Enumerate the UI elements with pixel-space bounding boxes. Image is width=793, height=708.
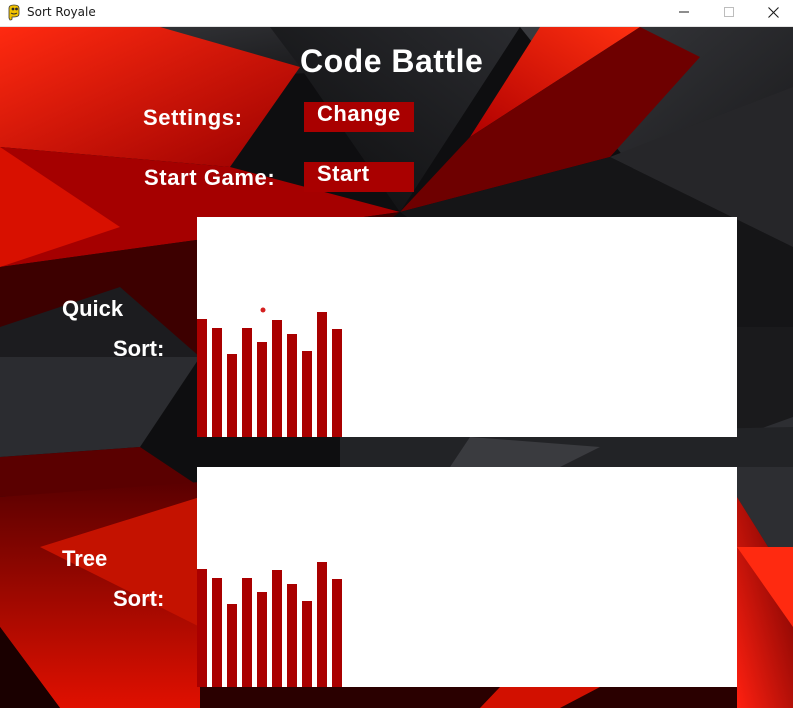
quick-sort-visualizer bbox=[197, 217, 737, 437]
tree-sort-bar bbox=[272, 570, 282, 687]
start-game-button[interactable]: Start bbox=[304, 162, 414, 192]
quick-sort-label-line1: Quick bbox=[62, 296, 124, 321]
window-title-bar: Sort Royale bbox=[0, 0, 793, 27]
quick-sort-label-line2: Sort: bbox=[113, 336, 165, 361]
minimize-button[interactable] bbox=[660, 0, 706, 26]
quick-sort-bar bbox=[302, 351, 312, 437]
quick-sort-bar bbox=[242, 328, 252, 437]
quick-sort-bars bbox=[197, 307, 342, 437]
tree-sort-bars bbox=[197, 562, 342, 687]
tree-sort-bar bbox=[332, 579, 342, 687]
tree-sort-bar bbox=[227, 604, 237, 687]
tree-sort-bar bbox=[242, 578, 252, 687]
quick-sort-bar bbox=[212, 328, 222, 437]
tree-sort-bar bbox=[197, 569, 207, 687]
close-button[interactable] bbox=[750, 0, 793, 26]
game-title: Code Battle bbox=[300, 43, 484, 79]
settings-label: Settings: bbox=[143, 105, 243, 130]
tree-sort-bar bbox=[257, 592, 267, 687]
tree-sort-bar bbox=[302, 601, 312, 687]
maximize-button[interactable] bbox=[705, 0, 751, 26]
close-icon bbox=[768, 7, 779, 18]
quick-sort-bar bbox=[317, 312, 327, 437]
game-surface: Code Battle Settings: Change Start Game:… bbox=[0, 27, 793, 708]
quick-sort-bar bbox=[287, 334, 297, 437]
tree-sort-bar bbox=[212, 578, 222, 687]
quick-sort-bar bbox=[227, 354, 237, 437]
quick-sort-bar bbox=[272, 320, 282, 437]
tree-sort-visualizer bbox=[197, 467, 737, 687]
tree-sort-label-line2: Sort: bbox=[113, 586, 165, 611]
tree-sort-label-line1: Tree bbox=[62, 546, 108, 571]
window-title: Sort Royale bbox=[27, 5, 96, 19]
tree-sort-bar bbox=[287, 584, 297, 687]
start-game-label: Start Game: bbox=[144, 165, 276, 190]
quick-sort-bar bbox=[257, 342, 267, 437]
quick-sort-bar bbox=[197, 319, 207, 437]
quick-sort-pivot-marker bbox=[260, 307, 266, 313]
change-settings-button[interactable]: Change bbox=[304, 102, 414, 132]
python-app-icon bbox=[6, 4, 22, 21]
quick-sort-bar bbox=[332, 329, 342, 437]
minimize-icon bbox=[679, 11, 689, 13]
maximize-icon bbox=[724, 7, 734, 17]
tree-sort-bar bbox=[317, 562, 327, 687]
